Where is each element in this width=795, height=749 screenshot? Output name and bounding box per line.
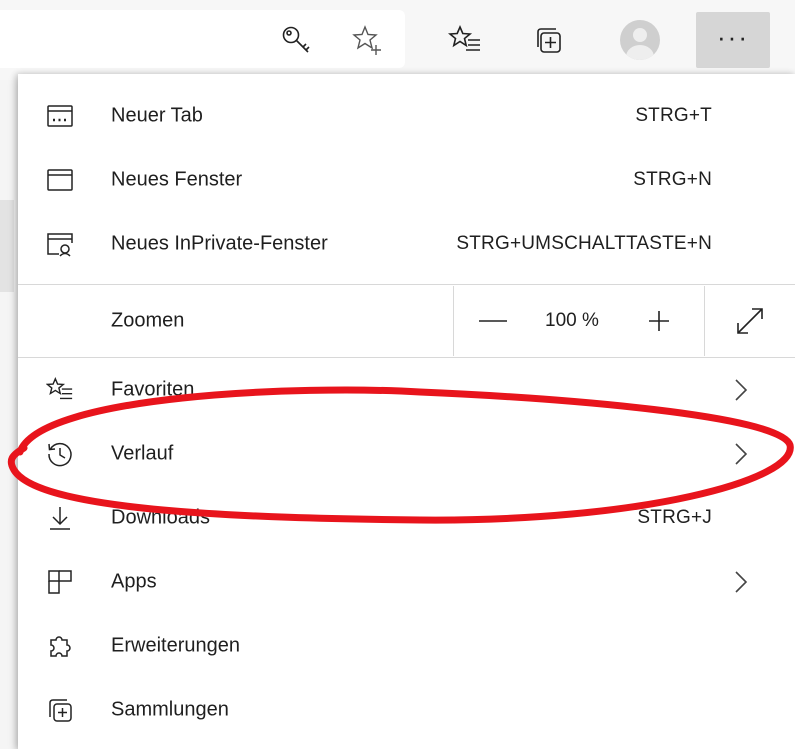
menu-item-new-tab[interactable]: Neuer Tab STRG+T	[18, 84, 795, 148]
menu-item-label: Neues Fenster	[111, 168, 243, 191]
zoom-value: 100 %	[545, 310, 599, 331]
collections-icon[interactable]	[521, 12, 577, 68]
zoom-separator	[453, 286, 454, 356]
menu-item-favorites[interactable]: Favoriten	[18, 358, 795, 422]
plus-icon	[649, 311, 669, 331]
menu-item-shortcut: STRG+T	[635, 105, 712, 126]
fullscreen-expand-icon	[737, 308, 763, 334]
menu-item-label: Apps	[111, 570, 157, 593]
favorites-icon[interactable]	[437, 12, 493, 68]
more-icon: ···	[717, 21, 749, 52]
page-edge	[0, 200, 14, 292]
download-icon	[46, 504, 74, 532]
chevron-right-icon	[735, 443, 748, 465]
menu-item-label: Neues InPrivate-Fenster	[111, 232, 328, 255]
apps-icon	[46, 568, 74, 596]
menu-item-label: Favoriten	[111, 378, 195, 401]
collections-icon	[46, 696, 74, 724]
menu-item-collections[interactable]: Sammlungen	[18, 678, 795, 742]
zoom-in-button[interactable]	[639, 301, 679, 341]
menu-item-shortcut: STRG+J	[637, 507, 712, 528]
zoom-separator	[704, 286, 705, 356]
favorites-icon	[46, 376, 74, 404]
menu-item-label: Verlauf	[111, 442, 174, 465]
zoom-out-button[interactable]	[473, 301, 513, 341]
menu-item-apps[interactable]: Apps	[18, 550, 795, 614]
minus-icon	[479, 320, 507, 322]
menu-item-new-window[interactable]: Neues Fenster STRG+N	[18, 148, 795, 212]
menu-divider	[18, 284, 795, 285]
inprivate-window-icon	[46, 230, 74, 258]
zoom-label: Zoomen	[111, 309, 185, 332]
new-window-icon	[46, 166, 74, 194]
extensions-icon	[46, 632, 74, 660]
menu-item-extensions[interactable]: Erweiterungen	[18, 614, 795, 678]
history-icon	[46, 440, 74, 468]
profile-avatar-icon[interactable]	[612, 12, 668, 68]
chevron-right-icon	[735, 571, 748, 593]
menu-item-label: Erweiterungen	[111, 634, 240, 657]
avatar	[620, 20, 660, 60]
more-button[interactable]: ···	[696, 12, 770, 68]
menu-item-label: Neuer Tab	[111, 104, 203, 127]
new-tab-icon	[46, 102, 74, 130]
menu-item-shortcut: STRG+N	[633, 169, 712, 190]
key-icon[interactable]	[268, 12, 324, 68]
menu-item-shortcut: STRG+UMSCHALTTASTE+N	[456, 233, 712, 254]
menu-item-history[interactable]: Verlauf	[18, 422, 795, 486]
menu-item-label: Downloads	[111, 506, 210, 529]
fullscreen-button[interactable]	[730, 301, 770, 341]
chevron-right-icon	[735, 379, 748, 401]
menu-item-new-inprivate-window[interactable]: Neues InPrivate-Fenster STRG+UMSCHALTTAS…	[18, 212, 795, 276]
settings-menu: Neuer Tab STRG+T Neues Fenster STRG+N Ne…	[18, 74, 795, 749]
add-favorite-star-icon[interactable]	[340, 12, 396, 68]
menu-item-zoom: Zoomen 100 %	[18, 286, 795, 356]
browser-toolbar: ···	[0, 0, 795, 80]
menu-item-downloads[interactable]: Downloads STRG+J	[18, 486, 795, 550]
menu-item-label: Sammlungen	[111, 698, 229, 721]
